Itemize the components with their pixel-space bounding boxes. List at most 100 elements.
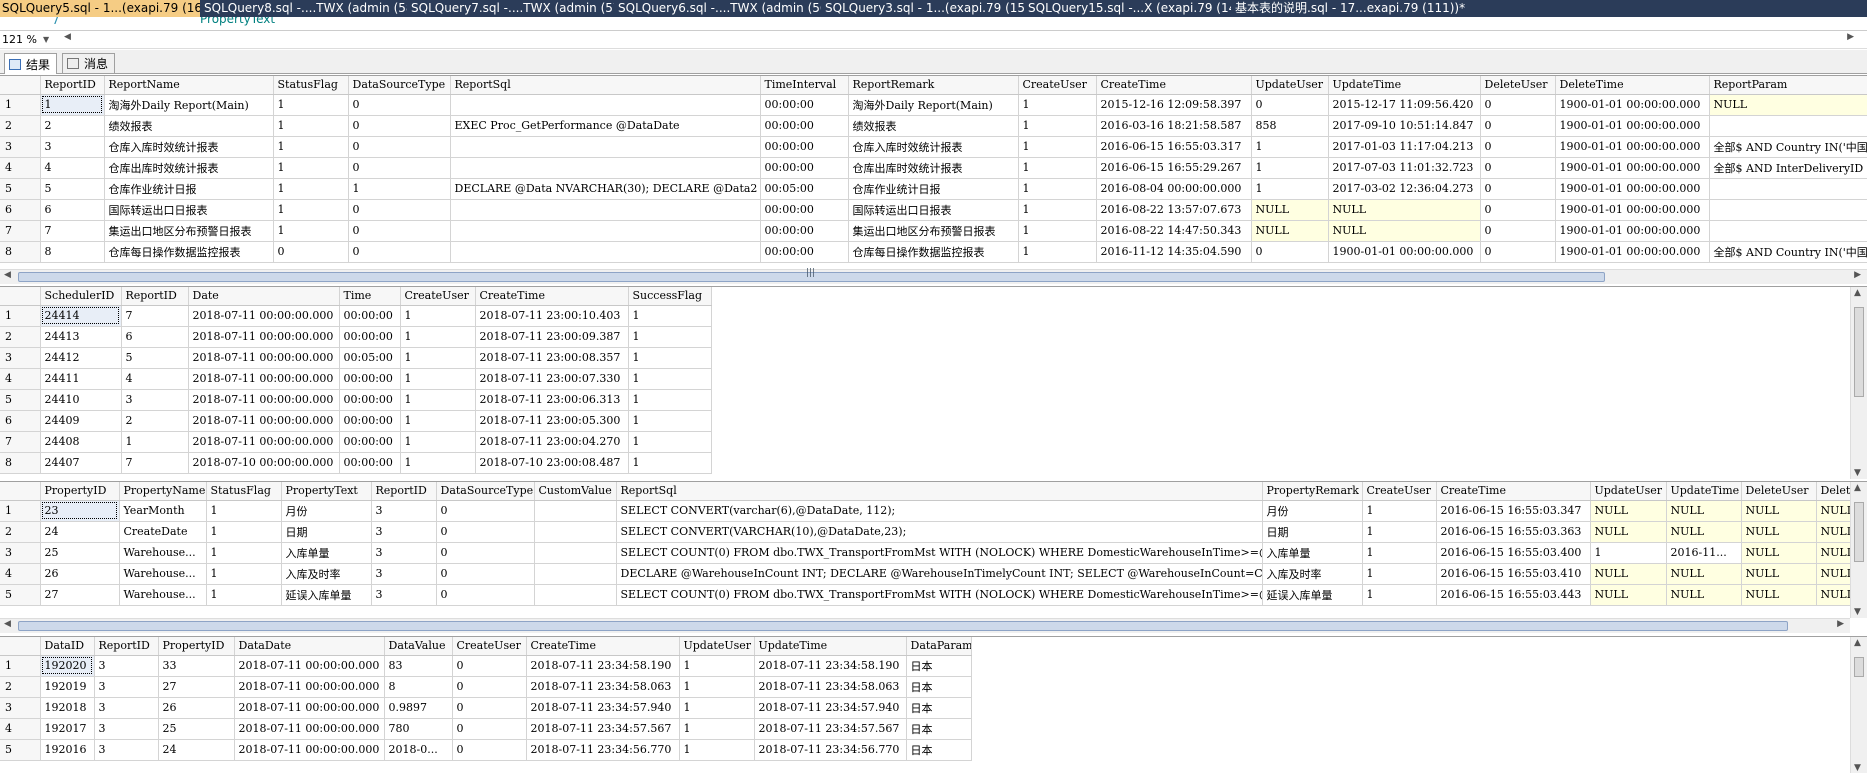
grid-cell[interactable]: YearMonth [119,500,207,522]
grid-cell[interactable]: 1 [1362,500,1437,522]
grid-cell[interactable]: 2016-06-15 16:55:03.317 [1096,136,1252,158]
grid-cell[interactable]: 192017 [40,718,95,740]
column-header[interactable]: ReportID [371,482,437,501]
grid-cell[interactable]: 1 [400,368,476,390]
grid-cell[interactable]: 2016-08-04 00:00:00.000 [1096,178,1252,200]
column-header[interactable]: CreateTime [1436,482,1591,501]
grid-cell[interactable]: 00:00:00 [339,410,401,432]
grid-cell[interactable]: 6 [121,326,189,348]
grid-cell[interactable]: 入库单量 [1262,542,1363,564]
grid-cell[interactable]: 2016-06-15 16:55:03.347 [1436,500,1591,522]
scroll-up-icon[interactable]: ▲ [1854,288,1861,298]
grid-cell[interactable]: 1 [273,199,349,221]
row-number-header[interactable]: 1 [0,500,41,522]
grid-cell[interactable]: 1 [679,739,755,761]
grid-cell[interactable]: 2016-06-15 16:55:29.267 [1096,157,1252,179]
grid-cell[interactable]: 3 [371,521,437,543]
grid-cell[interactable]: 绩效报表 [848,115,1019,137]
table-row[interactable]: 2 2 绩效报表 1 0 EXEC Proc_GetPerformance @DataDa… [0,115,1867,137]
grid-cell[interactable]: 日期 [1262,521,1363,543]
grid-corner-header[interactable] [0,76,41,95]
grid-cell[interactable]: NULL [1666,500,1742,522]
table-row[interactable]: 1 23 YearMonth 1 月份 3 0 SELECT CONVERT(varchar(… [0,500,1851,522]
row-number-header[interactable]: 1 [0,94,41,116]
grid-cell[interactable]: 1900-01-01 00:00:00.000 [1555,178,1710,200]
grid-cell[interactable]: 00:00:00 [760,157,849,179]
grid-cell[interactable]: 日本 [906,739,972,761]
grid-cell[interactable]: 00:00:00 [760,199,849,221]
grid-cell[interactable]: 1 [273,220,349,242]
grid-cell[interactable]: 0 [452,697,527,719]
column-header[interactable]: UpdateTime [1328,76,1481,95]
grid-cell[interactable] [1709,220,1867,242]
grid-cell[interactable]: NULL [1666,584,1742,606]
grid-cell[interactable]: 2018-07-11 00:00:00.000 [234,739,385,761]
grid-cell[interactable]: 1 [1018,178,1097,200]
grid-cell[interactable]: 2016-03-16 18:21:58.587 [1096,115,1252,137]
grid-cell[interactable]: 1 [679,655,755,677]
grid-cell[interactable]: NULL [1741,584,1817,606]
grid-cell[interactable]: 0.9897 [384,697,453,719]
grid-cell[interactable]: 0 [436,542,535,564]
sql-editor[interactable]: 7 PropertyText [0,17,1867,30]
grid-cell[interactable]: 0 [436,584,535,606]
column-header[interactable]: PropertyName [119,482,207,501]
grid-cell[interactable]: 1 [273,136,349,158]
grid-cell[interactable]: 2016-11-12 14:35:04.590 [1096,241,1252,263]
grid-cell[interactable] [1709,178,1867,200]
column-header[interactable]: DeleteUser [1741,482,1817,501]
grid-cell[interactable]: NULL [1590,584,1667,606]
grid-cell[interactable]: 0 [452,655,527,677]
grid-cell[interactable]: 1 [1018,115,1097,137]
grid-cell[interactable]: 1 [1018,136,1097,158]
grid-cell[interactable]: 1 [206,584,282,606]
grid-cell[interactable]: 23 [40,500,120,522]
grid-cell[interactable]: 2018-07-11 00:00:00.000 [188,431,340,453]
grid-cell[interactable]: 858 [1251,115,1329,137]
grid-cell[interactable]: 1 [1362,542,1437,564]
table-row[interactable]: 5 27 Warehouse... 1 延误入库单量 3 0 SELECT COUNT(0)… [0,584,1851,606]
grid-cell[interactable]: NULL [1590,563,1667,585]
grid-cell[interactable]: 1 [273,115,349,137]
grid-cell[interactable]: 1 [1018,157,1097,179]
grid-cell[interactable]: 2018-07-11 00:00:00.000 [188,326,340,348]
grid-cell[interactable]: 1900-01-01 00:00:00.000 [1555,115,1710,137]
grid-cell[interactable]: 192020 [40,655,95,677]
grid-cell[interactable]: 00:05:00 [760,178,849,200]
column-header[interactable]: CreateTime [1096,76,1252,95]
grid-cell[interactable]: 3 [371,542,437,564]
row-number-header[interactable]: 1 [0,305,41,327]
query-tab[interactable]: 基本表的说明.sql - 17...exapi.79 (111))* [1231,0,1581,17]
row-number-header[interactable]: 4 [0,718,41,740]
grid-cell[interactable] [534,500,617,522]
grid-cell[interactable]: 0 [348,157,451,179]
column-header[interactable]: ReportRemark [848,76,1019,95]
grid-cell[interactable]: 延误入库单量 [281,584,372,606]
grid-cell[interactable]: 1900-01-01 00:00:00.000 [1555,199,1710,221]
table-row[interactable]: 5 5 仓库作业统计日报 1 1 DECLARE @Data NVARCHAR(30); … [0,178,1867,200]
grid-cell[interactable]: 1 [628,368,712,390]
grid-cell[interactable]: 2018-07-11 23:34:58.190 [754,655,907,677]
grid-cell[interactable]: 淘海外Daily Report(Main) [848,94,1019,116]
grid-cell[interactable]: 日本 [906,655,972,677]
grid-cell[interactable]: 24411 [40,368,122,390]
grid-cell[interactable]: 1 [628,305,712,327]
grid-cell[interactable]: 0 [348,115,451,137]
grid1-horizontal-scrollbar[interactable]: ◀ ||| ▶ [0,268,1867,284]
grid-cell[interactable]: 1900-01-01 00:00:00.000 [1555,220,1710,242]
table-row[interactable]: 3 192018 3 26 2018-07-11 00:00:00.000 0.9897 0… [0,697,972,719]
column-header[interactable]: ReportID [40,76,105,95]
grid-cell[interactable]: 1 [400,452,476,474]
grid-cell[interactable]: 0 [348,220,451,242]
table-row[interactable]: 4 4 仓库出库时效统计报表 1 0 00:00:00 仓库出库时效统计报表 1 2016-06… [0,157,1867,179]
grid-cell[interactable]: 83 [384,655,453,677]
grid-cell[interactable]: 0 [1251,94,1329,116]
column-header[interactable]: CreateUser [400,287,476,306]
grid-cell[interactable]: 全部$ AND Country IN('中国 [1709,136,1867,158]
column-header[interactable]: UpdateUser [1251,76,1329,95]
grid-cell[interactable]: 2018-07-11 00:00:00.000 [234,697,385,719]
grid-cell[interactable]: SELECT CONVERT(varchar(6),@DataDate, 112… [616,500,1263,522]
scroll-left-icon[interactable]: ◀ [4,270,11,280]
grid-cell[interactable]: NULL [1816,500,1851,522]
grid-cell[interactable]: NULL [1590,521,1667,543]
